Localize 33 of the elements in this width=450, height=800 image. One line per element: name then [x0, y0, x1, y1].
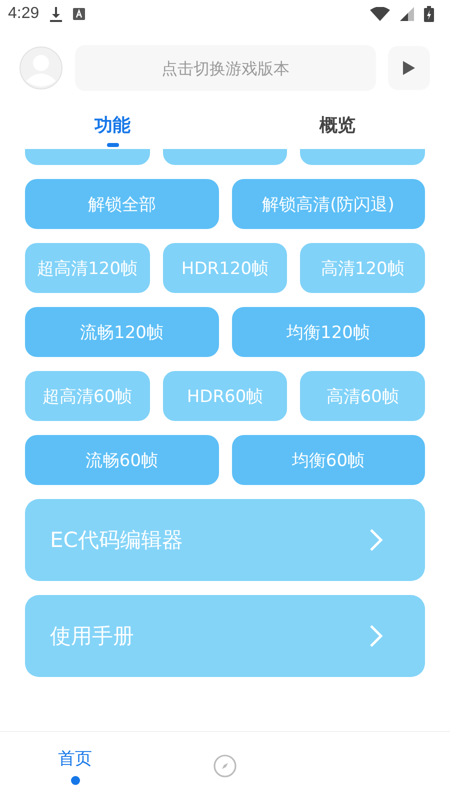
tab[interactable]: 功能: [0, 109, 225, 149]
feature-button[interactable]: 高清120帧: [300, 243, 425, 293]
feature-button[interactable]: 均衡120帧: [232, 307, 425, 357]
feature-button[interactable]: 超高清60帧: [25, 371, 150, 421]
status-time: 4:29: [8, 5, 40, 23]
keyboard-letter-icon: [73, 8, 86, 20]
feature-button[interactable]: 流畅120帧: [25, 307, 218, 357]
download-icon: [49, 6, 64, 22]
feature-button[interactable]: 流畅60帧: [25, 435, 218, 485]
feature-button[interactable]: 高清60帧: [300, 371, 425, 421]
feature-button[interactable]: 超高清120帧: [25, 243, 150, 293]
compass-icon: [213, 754, 237, 778]
signal-icon: [400, 7, 414, 21]
tab[interactable]: 概览: [225, 109, 450, 149]
cut-off-button[interactable]: [300, 149, 425, 165]
feature-button[interactable]: 均衡60帧: [232, 435, 425, 485]
chevron-icon: [369, 528, 383, 552]
battery-icon: [424, 6, 434, 22]
feature-button[interactable]: HDR60帧: [162, 371, 288, 421]
avatar-icon[interactable]: [19, 46, 63, 90]
play-icon: [403, 61, 415, 75]
nav-home-tab[interactable]: 首页: [52, 746, 98, 786]
feature-button[interactable]: 解锁高清(防闪退): [232, 179, 425, 229]
version-field[interactable]: 点击切换游戏版本: [75, 45, 376, 91]
cut-off-button[interactable]: [162, 149, 288, 165]
feature-button[interactable]: HDR120帧: [162, 243, 288, 293]
menu-card[interactable]: EC代码编辑器: [25, 499, 425, 581]
chevron-icon: [369, 624, 383, 648]
feature-button[interactable]: 解锁全部: [25, 179, 218, 229]
cut-off-button[interactable]: [25, 149, 150, 165]
wifi-icon: [370, 7, 390, 21]
play-button[interactable]: [388, 46, 430, 90]
menu-card[interactable]: 使用手册: [25, 595, 425, 677]
